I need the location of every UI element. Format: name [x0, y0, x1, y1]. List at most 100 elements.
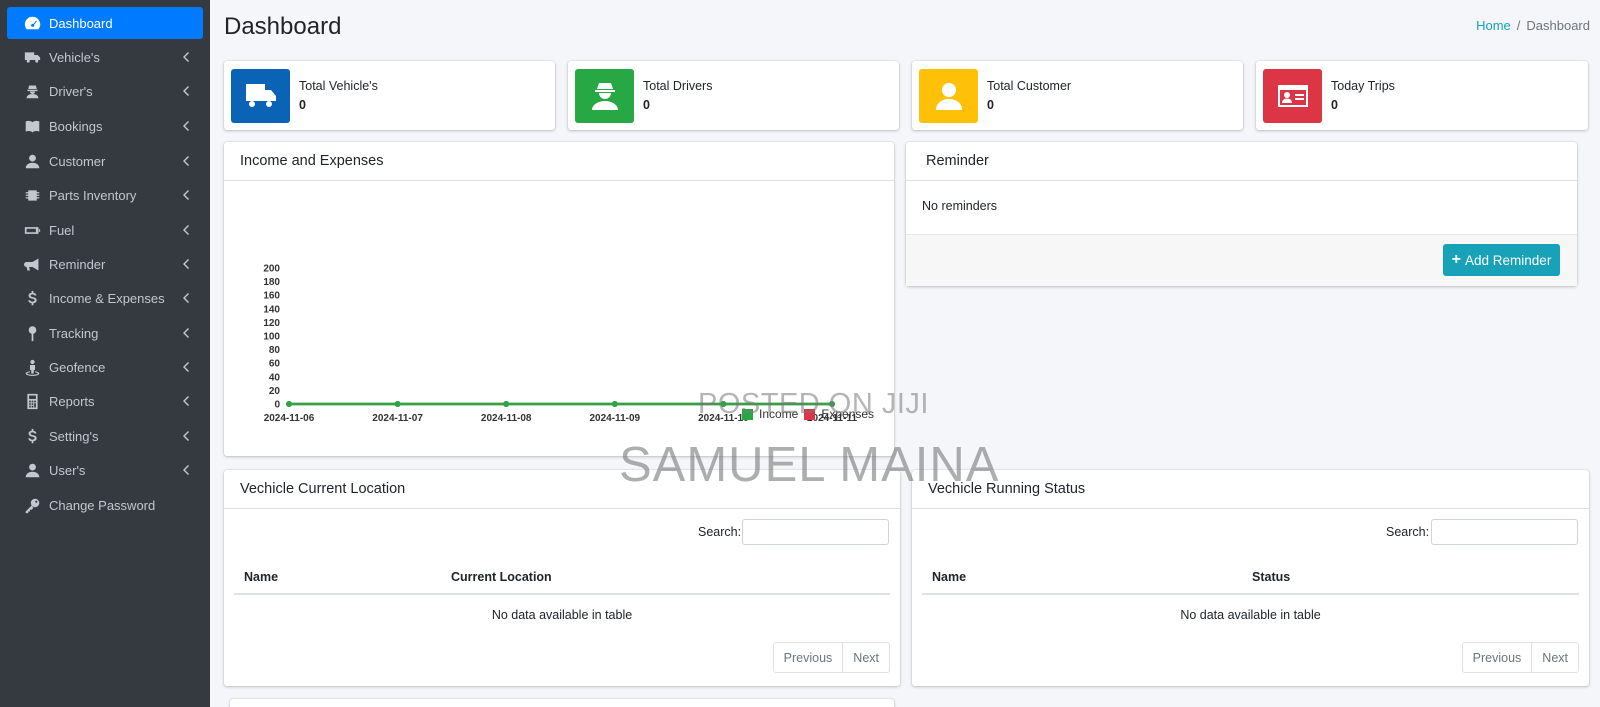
- stat-value: 0: [643, 98, 650, 112]
- data-point-income[interactable]: [286, 401, 292, 407]
- data-point-income[interactable]: [394, 401, 401, 407]
- previous-button[interactable]: Previous: [774, 643, 843, 672]
- chevron-left-icon: [180, 156, 190, 166]
- chevron-left-icon: [180, 328, 190, 338]
- street-view-icon: [21, 358, 43, 376]
- sidebar-item-label: User's: [49, 462, 86, 478]
- chevron-left-icon: [180, 225, 190, 235]
- y-tick-label: 100: [263, 332, 280, 343]
- sidebar-item-label: Parts Inventory: [49, 187, 137, 203]
- plus-icon: +: [1451, 251, 1462, 268]
- column-header-current-location[interactable]: Current Location: [451, 570, 552, 584]
- table-header: Name Current Location: [234, 558, 890, 595]
- chevron-left-icon: [180, 52, 190, 62]
- sidebar-item-change-password[interactable]: Change Password: [7, 489, 203, 521]
- sidebar-item-label: Vehicle's: [49, 49, 100, 65]
- y-tick-label: 80: [269, 345, 281, 356]
- chevron-left-icon: [180, 259, 190, 269]
- y-tick-label: 180: [263, 277, 280, 288]
- sidebar-item-bookings[interactable]: Bookings: [7, 110, 203, 142]
- dashboard-icon: [21, 14, 43, 32]
- breadcrumb-current: Dashboard: [1526, 18, 1590, 33]
- next-button[interactable]: Next: [842, 643, 889, 672]
- chip-icon: [21, 186, 43, 204]
- chevron-left-icon: [180, 396, 190, 406]
- column-header-name[interactable]: Name: [932, 570, 966, 584]
- add-reminder-button[interactable]: + Add Reminder: [1443, 244, 1560, 276]
- driver-icon: [575, 68, 634, 123]
- column-header-name[interactable]: Name: [244, 570, 278, 584]
- book-icon: [21, 117, 43, 135]
- next-button[interactable]: Next: [1531, 643, 1578, 672]
- sidebar-item-label: Tracking: [49, 325, 99, 341]
- y-tick-label: 200: [263, 264, 280, 275]
- data-point-income[interactable]: [611, 401, 618, 407]
- column-header-status[interactable]: Status: [1252, 570, 1290, 584]
- sidebar-item-label: Dashboard: [49, 15, 113, 31]
- user-icon: [21, 152, 43, 170]
- key-icon: [21, 496, 43, 514]
- add-reminder-label: Add Reminder: [1465, 252, 1552, 268]
- y-tick-label: 0: [274, 400, 280, 411]
- sidebar-item-label: Change Password: [49, 497, 156, 513]
- table-header: Name Status: [922, 558, 1579, 595]
- table-empty-text: No data available in table: [1180, 608, 1321, 622]
- stat-label: Total Customer: [987, 79, 1072, 93]
- x-tick-label: 2024-11-07: [372, 413, 423, 424]
- sidebar-item-label: Driver's: [49, 83, 93, 99]
- page-title: Dashboard: [224, 13, 342, 40]
- sidebar-item-label: Setting's: [49, 428, 99, 444]
- stat-label: Today Trips: [1331, 79, 1395, 93]
- chevron-left-icon: [180, 465, 190, 475]
- dollar-icon: [21, 289, 43, 307]
- stat-total-vehicles: Total Vehicle's 0: [224, 61, 555, 130]
- stat-label: Total Vehicle's: [299, 79, 378, 93]
- chevron-left-icon: [180, 190, 190, 200]
- sidebar-item-label: Customer: [49, 153, 106, 169]
- sidebar-item-customer[interactable]: Customer: [7, 145, 203, 177]
- sidebar-item-dashboard[interactable]: Dashboard: [7, 7, 203, 39]
- sidebar-item-label: Geofence: [49, 359, 106, 375]
- search-label: Search:: [698, 525, 742, 539]
- sidebar-item-tracking[interactable]: Tracking: [7, 317, 203, 349]
- card-title: Income and Expenses: [224, 142, 894, 181]
- reminder-empty-text: No reminders: [922, 199, 998, 213]
- sidebar-item-drivers[interactable]: Driver's: [7, 75, 203, 107]
- location-search-input[interactable]: [742, 519, 889, 545]
- stat-today-trips: Today Trips 0: [1256, 61, 1588, 130]
- status-search-input[interactable]: [1431, 519, 1578, 545]
- pagination: Previous Next: [772, 642, 890, 673]
- data-point-income[interactable]: [503, 401, 510, 407]
- stat-value: 0: [1331, 98, 1338, 112]
- map-pin-icon: [21, 324, 43, 342]
- truck-icon: [231, 68, 290, 123]
- y-tick-label: 60: [269, 359, 281, 370]
- sidebar-item-reports[interactable]: Reports: [7, 385, 203, 417]
- sidebar-item-users[interactable]: User's: [7, 454, 203, 486]
- sidebar: Dashboard Vehicle's Driver's Bookings Cu…: [0, 0, 210, 707]
- sidebar-item-parts-inventory[interactable]: Parts Inventory: [7, 179, 203, 211]
- stat-value: 0: [987, 98, 994, 112]
- x-tick-label: 2024-11-06: [264, 413, 315, 424]
- search-label: Search:: [1386, 525, 1430, 539]
- y-tick-label: 140: [263, 304, 280, 315]
- card-title: Reminder: [906, 142, 1577, 181]
- breadcrumb-separator: /: [1516, 18, 1521, 33]
- breadcrumb-home-link[interactable]: Home: [1476, 18, 1511, 33]
- bullhorn-icon: [21, 255, 43, 273]
- truck-icon: [21, 48, 43, 66]
- sidebar-item-vehicles[interactable]: Vehicle's: [7, 41, 203, 73]
- sidebar-item-fuel[interactable]: Fuel: [7, 214, 203, 246]
- reminder-card-footer: + Add Reminder: [906, 234, 1577, 286]
- sidebar-item-label: Fuel: [49, 222, 75, 238]
- previous-button[interactable]: Previous: [1463, 643, 1532, 672]
- chevron-left-icon: [180, 121, 190, 131]
- stat-total-drivers: Total Drivers 0: [568, 61, 899, 130]
- sidebar-item-label: Income & Expenses: [49, 290, 165, 306]
- sidebar-item-income-expenses[interactable]: Income & Expenses: [7, 282, 203, 314]
- sidebar-item-reminder[interactable]: Reminder: [7, 248, 203, 280]
- x-tick-label: 2024-11-09: [589, 413, 640, 424]
- sidebar-item-settings[interactable]: Setting's: [7, 420, 203, 452]
- sidebar-item-geofence[interactable]: Geofence: [7, 351, 203, 383]
- y-tick-label: 20: [269, 386, 281, 397]
